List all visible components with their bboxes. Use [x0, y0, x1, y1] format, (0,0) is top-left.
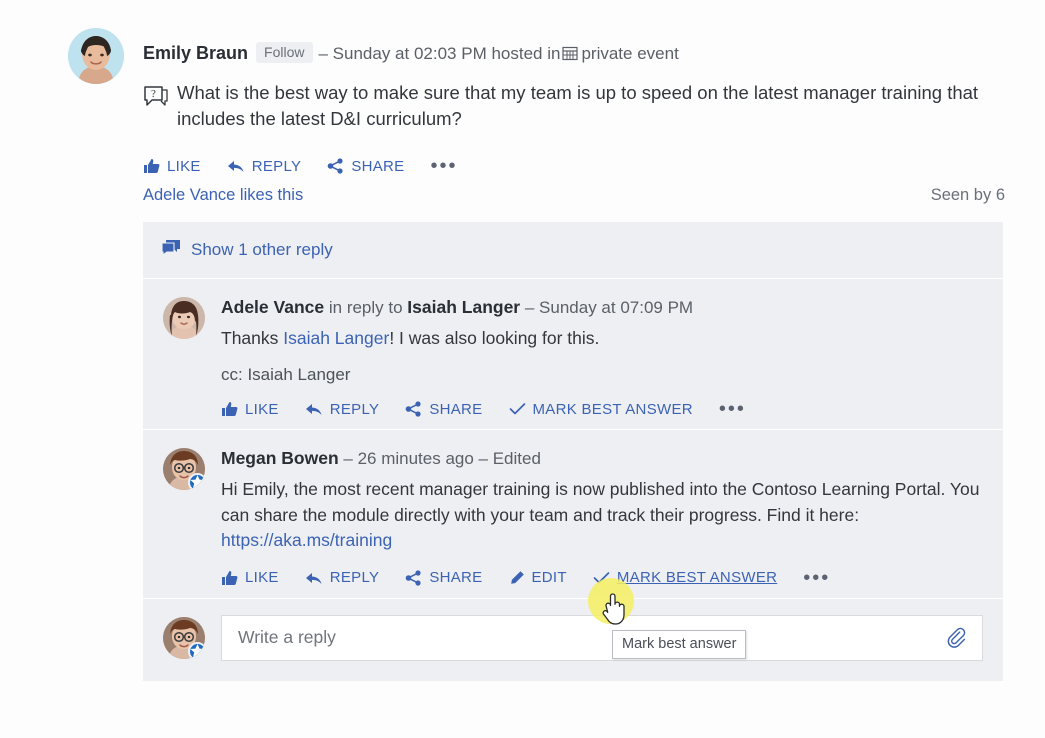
like-label: LIKE	[245, 400, 279, 418]
seen-by-count: Seen by 6	[930, 186, 1005, 204]
edit-label: EDIT	[531, 569, 567, 586]
reply-timestamp: – 26 minutes ago – Edited	[343, 449, 541, 469]
user-mention-link[interactable]: Isaiah Langer	[283, 328, 389, 348]
reply-text-after-mention: ! I was also looking for this.	[389, 328, 600, 348]
like-button[interactable]: LIKE	[221, 570, 279, 586]
show-other-replies-label: Show 1 other reply	[191, 240, 333, 259]
more-options-button[interactable]: •••	[719, 399, 746, 419]
reply-label: REPLY	[329, 569, 380, 586]
reply-arrow-icon	[227, 158, 245, 174]
reply-text: Hi Emily, the most recent manager traini…	[221, 477, 983, 553]
reply-input[interactable]	[236, 626, 946, 649]
reply-label: REPLY	[329, 400, 380, 418]
avatar[interactable]	[163, 297, 205, 339]
show-other-replies-button[interactable]: Show 1 other reply	[143, 222, 1003, 278]
question-row: ? What is the best way to make sure that…	[143, 80, 1023, 133]
conversation-thread-page: Emily Braun Follow – Sunday at 02:03 PM ho…	[0, 0, 1045, 738]
training-link[interactable]: https://aka.ms/training	[221, 530, 392, 550]
like-label: LIKE	[245, 569, 279, 586]
share-icon	[405, 569, 422, 586]
share-button[interactable]: SHARE	[405, 569, 483, 586]
reply-header: Adele Vance in reply to Isaiah Langer – …	[221, 297, 983, 318]
more-options-button[interactable]: •••	[431, 156, 458, 176]
svg-text:?: ?	[151, 88, 156, 100]
root-post-action-bar: LIKE REPLY SHARE •••	[143, 156, 458, 176]
reply-composer	[143, 599, 1003, 681]
share-icon	[327, 158, 344, 174]
post-timestamp: – Sunday at 02:03 PM hosted in	[318, 44, 561, 63]
reply-text-before-mention: Thanks	[221, 328, 284, 348]
reply-button[interactable]: REPLY	[305, 401, 380, 417]
avatar[interactable]	[68, 28, 124, 84]
in-reply-to-prefix: in reply to	[328, 298, 403, 317]
likes-summary[interactable]: Adele Vance likes this	[143, 186, 303, 205]
follow-button[interactable]: Follow	[256, 42, 313, 63]
cc-line: cc: Isaiah Langer	[221, 365, 351, 385]
reply-action-bar: LIKE REPLY SHARE	[221, 399, 983, 419]
mark-best-answer-label: MARK BEST ANSWER	[616, 569, 778, 586]
event-name[interactable]: private event	[581, 44, 678, 63]
in-reply-to-author[interactable]: Isaiah Langer	[407, 297, 520, 317]
reply-text: Thanks Isaiah Langer! I was also looking…	[221, 326, 983, 351]
mark-best-answer-label: MARK BEST ANSWER	[532, 400, 693, 418]
reply-body: Megan Bowen – 26 minutes ago – Edited Hi…	[221, 448, 983, 588]
reply-arrow-icon	[305, 401, 323, 417]
share-label: SHARE	[429, 400, 483, 418]
reply-body: Adele Vance in reply to Isaiah Langer – …	[221, 297, 983, 419]
reply-item: Megan Bowen – 26 minutes ago – Edited Hi…	[143, 430, 1003, 597]
thumbs-up-icon	[221, 401, 238, 417]
question-text: What is the best way to make sure that m…	[177, 82, 979, 130]
reply-item: Adele Vance in reply to Isaiah Langer – …	[143, 279, 1003, 429]
reply-text-content: Hi Emily, the most recent manager traini…	[221, 479, 980, 525]
root-post-author-line: Emily Braun Follow – Sunday at 02:03 PM ho…	[143, 42, 679, 66]
reply-header: Megan Bowen – 26 minutes ago – Edited	[221, 448, 983, 469]
best-answerer-star-badge	[188, 641, 205, 659]
share-label: SHARE	[351, 157, 405, 175]
reply-timestamp: – Sunday at 07:09 PM	[524, 298, 694, 317]
reply-action-bar: LIKE REPLY SHARE	[221, 568, 983, 588]
share-button[interactable]: SHARE	[405, 401, 482, 417]
reply-label: REPLY	[251, 157, 302, 175]
reply-author[interactable]: Megan Bowen	[221, 448, 339, 468]
share-icon	[405, 401, 422, 417]
share-button[interactable]: SHARE	[327, 158, 404, 174]
reply-arrow-icon	[305, 570, 323, 586]
like-button[interactable]: LIKE	[221, 401, 279, 417]
check-icon	[593, 571, 610, 585]
avatar[interactable]	[163, 448, 205, 491]
thumbs-up-icon	[143, 158, 160, 174]
mark-best-answer-button[interactable]: MARK BEST ANSWER	[509, 402, 693, 417]
more-options-button[interactable]: •••	[803, 568, 830, 588]
best-answerer-star-badge	[188, 473, 205, 491]
tooltip: Mark best answer	[612, 630, 747, 659]
reply-input-box[interactable]	[221, 614, 983, 661]
reply-button[interactable]: REPLY	[227, 158, 302, 174]
thumbs-up-icon	[221, 570, 238, 586]
paperclip-icon[interactable]	[946, 627, 968, 649]
question-bubble-icon: ?	[143, 80, 177, 133]
check-icon	[509, 402, 526, 416]
pencil-icon	[509, 570, 525, 586]
author-name[interactable]: Emily Braun	[143, 43, 248, 63]
replies-panel: Show 1 other reply Adele Vance in reply …	[143, 222, 1003, 681]
edit-button[interactable]: EDIT	[509, 570, 567, 586]
root-post-avatar-wrap	[68, 28, 124, 84]
avatar[interactable]	[163, 616, 205, 659]
calendar-icon	[562, 45, 579, 66]
share-label: SHARE	[429, 569, 483, 586]
like-button[interactable]: LIKE	[143, 158, 201, 174]
like-label: LIKE	[167, 157, 201, 175]
chat-stack-icon	[161, 239, 181, 261]
mark-best-answer-button[interactable]: MARK BEST ANSWER	[593, 570, 777, 585]
reply-button[interactable]: REPLY	[305, 570, 380, 586]
reply-author[interactable]: Adele Vance	[221, 297, 324, 317]
